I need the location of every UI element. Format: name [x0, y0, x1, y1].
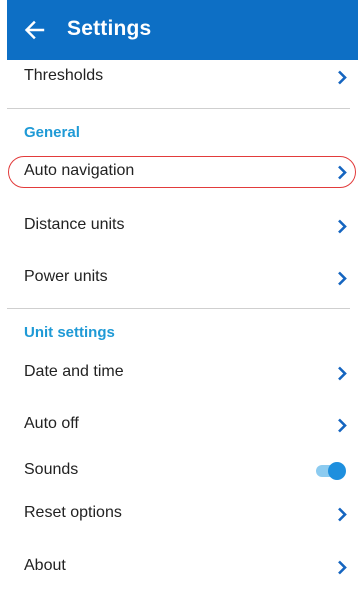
settings-item-label: Thresholds: [24, 67, 104, 84]
settings-item-auto-navigation[interactable]: Auto navigation: [7, 152, 358, 192]
chevron-right-icon: [338, 219, 347, 234]
settings-item-about[interactable]: About: [7, 547, 358, 587]
settings-item-distance-units[interactable]: Distance units: [7, 206, 358, 246]
chevron-right-icon: [338, 507, 347, 522]
settings-item-date-and-time[interactable]: Date and time: [7, 353, 358, 393]
sounds-toggle[interactable]: [316, 462, 346, 480]
settings-item-label: Auto navigation: [24, 162, 135, 179]
chevron-right-icon: [338, 418, 347, 433]
settings-item-label: Date and time: [24, 363, 124, 380]
settings-item-sounds: Sounds: [7, 451, 358, 491]
section-header-unit-settings: Unit settings: [24, 324, 115, 341]
settings-item-label: Sounds: [24, 461, 79, 478]
settings-screen: Settings Thresholds General Auto navigat…: [7, 0, 358, 603]
settings-item-label: About: [24, 557, 66, 574]
settings-item-reset-options[interactable]: Reset options: [7, 494, 358, 534]
settings-item-label: Auto off: [24, 415, 79, 432]
page-title: Settings: [67, 17, 152, 40]
app-bar: Settings: [7, 0, 358, 60]
section-divider: [7, 308, 350, 309]
chevron-right-icon: [338, 165, 347, 180]
chevron-right-icon: [338, 366, 347, 381]
chevron-right-icon: [338, 70, 347, 85]
settings-item-thresholds[interactable]: Thresholds: [7, 57, 358, 97]
toggle-knob: [328, 462, 346, 480]
section-divider: [7, 108, 350, 109]
settings-item-label: Distance units: [24, 216, 125, 233]
section-header-general: General: [24, 124, 80, 141]
settings-item-auto-off[interactable]: Auto off: [7, 405, 358, 445]
settings-item-label: Power units: [24, 268, 108, 285]
settings-item-label: Reset options: [24, 504, 122, 521]
settings-item-power-units[interactable]: Power units: [7, 258, 358, 298]
chevron-right-icon: [338, 271, 347, 286]
chevron-right-icon: [338, 560, 347, 575]
arrow-left-icon[interactable]: [23, 19, 45, 41]
